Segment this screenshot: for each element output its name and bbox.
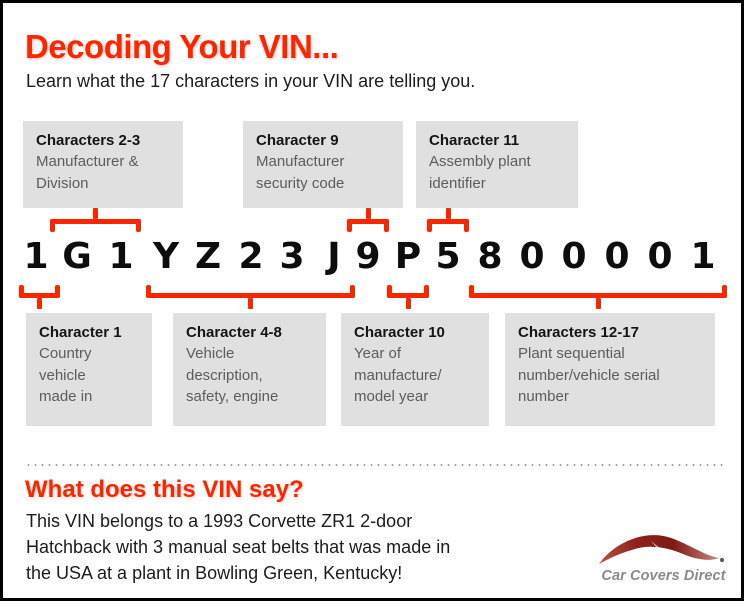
vin-char-16: 0 (647, 236, 673, 277)
bracket-stem (445, 208, 451, 219)
info-box-description: Country vehicle made in (39, 345, 93, 405)
bracket-stem (37, 298, 42, 309)
bracket-character-1 (19, 285, 60, 309)
page-subtitle: Learn what the 17 characters in your VIN… (26, 71, 476, 91)
vin-char-9: 9 (355, 236, 381, 277)
info-box-description: Manufacturer security code (256, 153, 345, 192)
vin-char-10: P (394, 236, 422, 277)
info-box-title: Characters 12-17 (518, 324, 639, 341)
info-box-character-9: Character 9 Manufacturer security code (243, 121, 403, 208)
bracket-leg-right (350, 285, 355, 298)
info-box-title: Character 9 (256, 132, 339, 149)
brand-logo: Car Covers Direct (591, 531, 736, 591)
info-box-characters-2-3: Characters 2-3 Manufacturer & Division (23, 121, 183, 208)
bracket-leg-left (19, 285, 24, 298)
bracket-leg-right (722, 285, 727, 298)
brand-name: Car Covers Direct (601, 568, 726, 584)
bracket-stem (405, 298, 411, 309)
bracket-bar (427, 219, 469, 224)
info-box-character-1: Character 1 Country vehicle made in (26, 313, 152, 426)
vin-char-6: 2 (238, 236, 264, 277)
bracket-characters-2-3 (50, 208, 141, 232)
bracket-leg-left (469, 285, 474, 298)
dotted-divider (25, 464, 725, 466)
bracket-leg-left (50, 219, 55, 232)
vin-char-12: 8 (477, 236, 503, 277)
bracket-leg-right (424, 285, 429, 298)
info-box-description: Vehicle description, safety, engine (186, 345, 279, 405)
bracket-character-10 (387, 285, 429, 309)
footer-heading: What does this VIN say? (25, 476, 304, 503)
bracket-leg-left (347, 219, 352, 232)
bracket-stem (365, 208, 371, 219)
bracket-bar (347, 219, 389, 224)
info-box-title: Characters 2-3 (36, 132, 141, 149)
vin-char-13: 0 (519, 236, 545, 277)
bracket-leg-right (384, 219, 389, 232)
info-box-description: Plant sequential number/vehicle serial n… (518, 345, 660, 405)
vin-char-2: G (62, 236, 92, 277)
bracket-character-9 (347, 208, 389, 232)
vin-char-7: 3 (279, 236, 305, 277)
info-box-description: Assembly plant identifier (429, 153, 531, 192)
bracket-stem (248, 298, 253, 309)
bracket-bar (50, 219, 141, 224)
bracket-leg-right (464, 219, 469, 232)
vin-char-15: 0 (604, 236, 630, 277)
page-title: Decoding Your VIN... (25, 28, 339, 65)
bracket-leg-left (387, 285, 392, 298)
info-box-characters-4-8: Character 4-8 Vehicle description, safet… (173, 313, 326, 426)
vin-char-4: Y (152, 236, 180, 277)
bracket-leg-left (146, 285, 151, 298)
bracket-leg-right (136, 219, 141, 232)
info-box-title: Character 4-8 (186, 324, 282, 341)
bracket-leg-right (55, 285, 60, 298)
info-box-description: Manufacturer & Division (36, 153, 139, 192)
info-box-characters-12-17: Characters 12-17 Plant sequential number… (505, 313, 715, 426)
vin-char-3: 1 (108, 236, 134, 277)
bracket-character-11 (427, 208, 469, 232)
bracket-characters-12-17 (469, 285, 727, 309)
info-box-title: Character 1 (39, 324, 122, 341)
footer-body: This VIN belongs to a 1993 Corvette ZR1 … (26, 511, 451, 583)
info-box-title: Character 10 (354, 324, 445, 341)
info-box-character-10: Character 10 Year of manufacture/ model … (341, 313, 489, 426)
bracket-stem (595, 298, 601, 309)
vin-char-1: 1 (23, 236, 49, 277)
vin-char-17: 1 (690, 236, 716, 277)
vin-char-5: Z (194, 236, 222, 277)
info-box-character-11: Character 11 Assembly plant identifier (416, 121, 578, 208)
bracket-characters-4-8 (146, 285, 355, 309)
vin-char-11: 5 (435, 236, 461, 277)
info-box-description: Year of manufacture/ model year (354, 345, 442, 405)
info-box-title: Character 11 (429, 132, 520, 149)
bracket-stem (93, 208, 98, 219)
vin-char-14: 0 (561, 236, 587, 277)
vin-infographic: Decoding Your VIN... Learn what the 17 c… (0, 0, 744, 601)
vin-character-row: 1 G 1 Y Z 2 3 J 9 P 5 8 0 0 0 0 1 (3, 235, 741, 283)
bracket-leg-left (427, 219, 432, 232)
